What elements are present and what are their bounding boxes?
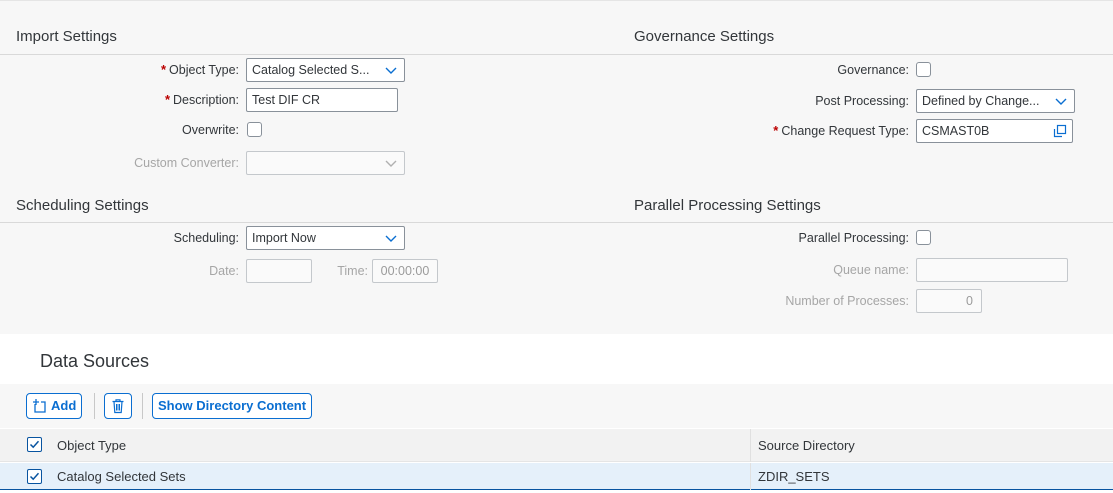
parallel-processing-settings-title: Parallel Processing Settings (634, 197, 821, 214)
scheduling-settings-divider (0, 222, 620, 223)
governance-settings-divider (620, 54, 1113, 55)
scheduling-value: Import Now (252, 231, 316, 245)
time-input: 00:00:00 (372, 259, 438, 283)
table-header: Object Type Source Directory (0, 429, 1113, 462)
settings-panel: Import Settings * Object Type: Catalog Se… (0, 0, 1113, 334)
post-processing-label: Post Processing: (815, 94, 909, 108)
trash-icon (110, 398, 126, 422)
column-separator (750, 463, 751, 490)
governance-label: Governance: (837, 63, 909, 77)
add-button[interactable]: Add (26, 393, 83, 422)
add-button-label: Add (51, 398, 77, 413)
queue-name-input (916, 258, 1068, 282)
date-label: Date: (209, 264, 239, 278)
scheduling-label: Scheduling: (173, 231, 239, 245)
queue-name-label: Queue name: (833, 263, 909, 277)
chevron-down-icon[interactable] (384, 230, 398, 244)
parallel-processing-label: Parallel Processing: (798, 231, 909, 245)
scheduling-select[interactable]: Import Now (246, 226, 405, 250)
custom-converter-select (246, 151, 405, 175)
import-settings-title: Import Settings (16, 28, 117, 45)
required-asterisk: * (773, 123, 779, 138)
column-header-source-directory[interactable]: Source Directory (758, 438, 855, 453)
number-of-processes-label: Number of Processes: (785, 294, 909, 308)
column-header-object-type[interactable]: Object Type (57, 438, 126, 453)
required-asterisk: * (164, 92, 170, 107)
change-request-type-label: * Change Request Type: (773, 123, 909, 138)
add-icon (32, 398, 48, 422)
import-settings-divider (0, 54, 620, 55)
table-row[interactable]: Catalog Selected Sets ZDIR_SETS (0, 463, 1113, 490)
post-processing-value: Defined by Change... (922, 94, 1040, 108)
row-select-checkbox[interactable] (27, 469, 42, 484)
chevron-down-icon[interactable] (384, 62, 398, 76)
parallel-processing-checkbox[interactable] (916, 230, 931, 245)
show-directory-content-button[interactable]: Show Directory Content (152, 393, 313, 419)
row-source-directory: ZDIR_SETS (758, 469, 830, 484)
governance-settings-title: Governance Settings (634, 28, 775, 45)
overwrite-checkbox[interactable] (247, 122, 262, 137)
time-label: Time: (337, 264, 368, 278)
chevron-down-icon[interactable] (1054, 93, 1068, 107)
data-sources-title: Data Sources (40, 351, 150, 371)
object-type-select[interactable]: Catalog Selected S... (246, 58, 405, 82)
parallel-settings-divider (620, 222, 1113, 223)
scheduling-settings-title: Scheduling Settings (16, 197, 149, 214)
row-object-type: Catalog Selected Sets (57, 469, 186, 484)
select-all-checkbox[interactable] (27, 437, 42, 452)
object-type-label: * Object Type: (160, 62, 239, 77)
date-input (246, 259, 312, 283)
column-separator (750, 429, 751, 462)
toolbar-separator (142, 393, 143, 419)
chevron-down-icon (384, 155, 398, 169)
description-label: * Description: (164, 92, 239, 107)
object-type-value: Catalog Selected S... (252, 63, 370, 77)
number-of-processes-input: 0 (916, 289, 982, 313)
custom-converter-label: Custom Converter: (134, 156, 239, 170)
toolbar-separator (94, 393, 95, 419)
overwrite-label: Overwrite: (182, 123, 239, 137)
required-asterisk: * (160, 62, 167, 77)
data-sources-toolbar: Add Show Directory Content (0, 384, 1113, 428)
delete-button[interactable] (104, 393, 132, 419)
governance-checkbox[interactable] (916, 62, 931, 77)
value-help-icon[interactable] (1053, 123, 1067, 138)
description-input[interactable]: Test DIF CR (246, 88, 398, 112)
change-request-type-input[interactable]: CSMAST0B (916, 119, 1073, 143)
change-request-type-value: CSMAST0B (922, 124, 990, 138)
post-processing-select[interactable]: Defined by Change... (916, 89, 1075, 113)
